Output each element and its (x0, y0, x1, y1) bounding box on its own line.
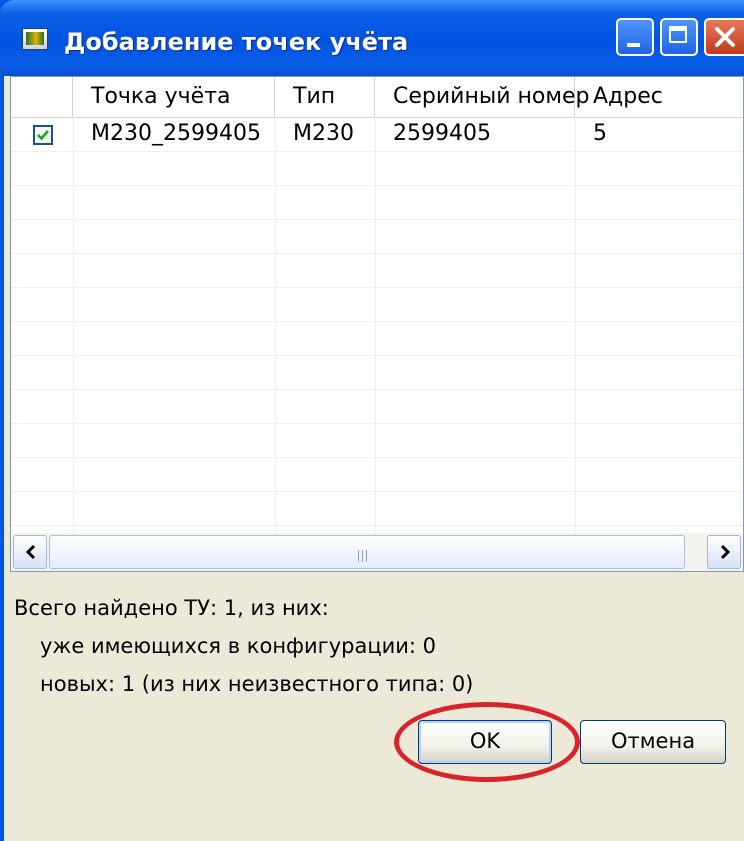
row-checkbox[interactable] (33, 125, 53, 145)
cell-point: М230_2599405 (91, 121, 261, 146)
chevron-right-icon (720, 544, 731, 560)
cell-address: 5 (593, 121, 607, 146)
grid-line (11, 151, 743, 152)
column-header-type[interactable]: Тип (275, 77, 375, 117)
dialog-window: Добавление точек учёта Точка учёта Тип С… (0, 0, 744, 841)
chevron-left-icon (25, 544, 36, 560)
grid-line (11, 253, 743, 254)
scroll-right-button[interactable] (707, 535, 741, 569)
cancel-button[interactable]: Отмена (580, 720, 726, 764)
grid-line (11, 525, 743, 526)
grid-line (73, 117, 74, 533)
grid-line (11, 355, 743, 356)
checkmark-icon (37, 130, 49, 141)
cell-type: М230 (293, 121, 354, 146)
summary-new: новых: 1 (из них неизвестного типа: 0) (40, 672, 474, 696)
column-header-check[interactable] (11, 77, 73, 117)
grid-line (11, 321, 743, 322)
grid-line (575, 117, 576, 533)
minimize-button[interactable] (616, 18, 654, 56)
metering-points-list[interactable]: Точка учёта Тип Серийный номер Адрес М23… (10, 76, 744, 572)
maximize-button[interactable] (660, 18, 698, 56)
scroll-left-button[interactable] (13, 535, 47, 569)
grid-line (275, 117, 276, 533)
grid-line (11, 389, 743, 390)
summary-total: Всего найдено ТУ: 1, из них: (14, 596, 329, 620)
column-header-serial[interactable]: Серийный номер (375, 77, 589, 117)
ok-highlight-circle (394, 702, 580, 782)
column-header-address[interactable]: Адрес (575, 77, 743, 117)
grid-line (11, 185, 743, 186)
scrollbar-thumb[interactable] (49, 535, 685, 569)
grip-icon (358, 547, 372, 562)
window-title: Добавление точек учёта (64, 28, 409, 56)
grid-line (11, 219, 743, 220)
summary-existing: уже имеющихся в конфигурации: 0 (40, 634, 437, 658)
grid-line (11, 287, 743, 288)
grid-line (375, 117, 376, 533)
app-icon (22, 28, 48, 50)
list-body: М230_2599405 М230 2599405 5 (11, 117, 743, 533)
horizontal-scrollbar[interactable] (11, 533, 743, 571)
table-row[interactable]: М230_2599405 М230 2599405 5 (11, 117, 743, 151)
column-header-point[interactable]: Точка учёта (73, 77, 275, 117)
list-header: Точка учёта Тип Серийный номер Адрес (11, 77, 743, 118)
close-button[interactable] (704, 18, 744, 56)
cell-serial: 2599405 (393, 121, 491, 146)
grid-line (11, 491, 743, 492)
grid-line (11, 457, 743, 458)
dialog-client-area: Точка учёта Тип Серийный номер Адрес М23… (4, 76, 744, 841)
close-icon (715, 27, 735, 47)
grid-line (11, 423, 743, 424)
title-bar[interactable]: Добавление точек учёта (0, 0, 744, 76)
